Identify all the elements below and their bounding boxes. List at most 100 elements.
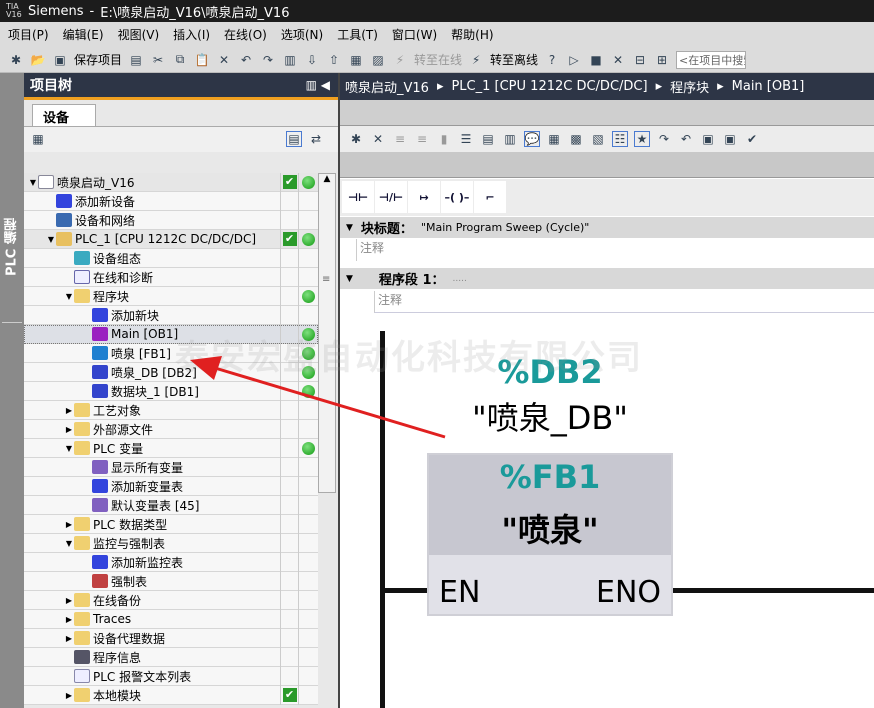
close-all-networks-icon[interactable]: ▤	[480, 131, 496, 147]
breadcrumb-item[interactable]: Main [OB1]	[732, 79, 805, 94]
network-overview-icon[interactable]: ▥	[502, 131, 518, 147]
insert-network-icon[interactable]: ✱	[348, 131, 364, 147]
tree-item[interactable]: ▶ PLC 数据类型	[24, 514, 318, 534]
collapse-arrow-icon[interactable]: ▼	[64, 444, 74, 453]
collapse-icon[interactable]: ▼	[346, 223, 353, 233]
comments-icon[interactable]: 💬	[524, 131, 540, 147]
go-offline-icon[interactable]: ⚡	[468, 52, 484, 68]
network-comment[interactable]: 注释	[374, 291, 874, 313]
instruction-button[interactable]: ⌐	[474, 181, 506, 213]
tree-item[interactable]: 添加新块	[24, 305, 318, 325]
next-error-icon[interactable]: ↷	[656, 131, 672, 147]
menu-item[interactable]: 工具(T)	[337, 26, 378, 43]
tree-item[interactable]: 在线和诊断	[24, 267, 318, 287]
network-title[interactable]: .....	[453, 274, 467, 284]
tree-item[interactable]: ▶ 外部源文件	[24, 419, 318, 439]
menu-item[interactable]: 选项(N)	[281, 26, 323, 43]
close-icon[interactable]: ✕	[610, 52, 626, 68]
block-title[interactable]: "Main Program Sweep (Cycle)"	[421, 221, 589, 234]
collapse-arrow-icon[interactable]: ▼	[28, 178, 38, 187]
tree-item[interactable]: ▼ PLC_1 [CPU 1212C DC/DC/DC] ✔	[24, 229, 318, 249]
delete-icon[interactable]: ✕	[216, 52, 232, 68]
consistency-icon[interactable]: ▣	[722, 131, 738, 147]
expand-arrow-icon[interactable]: ▶	[64, 520, 74, 529]
monitor-icon[interactable]: ✔	[744, 131, 760, 147]
collapse-panel-icon[interactable]: ▥ ◀	[306, 78, 330, 92]
compile-icon[interactable]: ▥	[282, 52, 298, 68]
tree-item[interactable]: 显示所有变量	[24, 457, 318, 477]
collapse-network-icon[interactable]: ▼	[346, 274, 353, 284]
collapse-arrow-icon[interactable]: ▼	[64, 539, 74, 548]
copy-icon[interactable]: ⧉	[172, 52, 188, 68]
tree-item[interactable]: ▼ 喷泉启动_V16 ✔	[24, 172, 318, 192]
instruction-button[interactable]: ⊣/⊢	[375, 181, 407, 213]
breadcrumb-item[interactable]: PLC_1 [CPU 1212C DC/DC/DC]	[451, 79, 647, 94]
menu-item[interactable]: 插入(I)	[173, 26, 210, 43]
save-icon[interactable]: ▣	[52, 52, 68, 68]
tree-item[interactable]: ▼ 程序块	[24, 286, 318, 306]
tree-item[interactable]: ▼ 监控与强制表	[24, 533, 318, 553]
start-cpu-icon[interactable]: ▷	[566, 52, 582, 68]
collapse-arrow-icon[interactable]: ▼	[46, 235, 56, 244]
tree-refresh-icon[interactable]: ⇄	[308, 131, 324, 147]
tree-item[interactable]: 强制表	[24, 571, 318, 591]
cut-icon[interactable]: ✂	[150, 52, 166, 68]
new-project-icon[interactable]: ✱	[8, 52, 24, 68]
go-offline-button[interactable]: 转至离线	[490, 51, 538, 68]
save-project-button[interactable]: 保存项目	[74, 51, 122, 68]
add-row-icon[interactable]: ≡	[414, 131, 430, 147]
tag-info-icon[interactable]: ▩	[568, 131, 584, 147]
accessible-devices-icon[interactable]: ?	[544, 52, 560, 68]
redo-icon[interactable]: ↷	[260, 52, 276, 68]
expand-arrow-icon[interactable]: ▶	[64, 406, 74, 415]
tree-item[interactable]: ▼ PLC 变量	[24, 438, 318, 458]
insert-row-icon[interactable]: ≡	[392, 131, 408, 147]
expand-arrow-icon[interactable]: ▶	[64, 634, 74, 643]
instance-db-name[interactable]: "喷泉_DB"	[450, 393, 650, 439]
tree-item[interactable]: ▶ 本地模块 ✔	[24, 685, 318, 705]
expand-arrow-icon[interactable]: ▶	[64, 615, 74, 624]
tab-devices[interactable]: 设备	[32, 104, 96, 126]
split-horizontal-icon[interactable]: ⊟	[632, 52, 648, 68]
open-project-icon[interactable]: 📂	[30, 52, 46, 68]
tree-item[interactable]: ▶ 工艺对象	[24, 400, 318, 420]
stop-cpu-icon[interactable]: ■	[588, 52, 604, 68]
go-online-button[interactable]: 转至在线	[414, 51, 462, 68]
absolute-operands-icon[interactable]: ▦	[546, 131, 562, 147]
expand-arrow-icon[interactable]: ▶	[64, 425, 74, 434]
delete-network-icon[interactable]: ✕	[370, 131, 386, 147]
tree-item[interactable]: 设备和网络	[24, 210, 318, 230]
breadcrumb-item[interactable]: 程序块	[670, 77, 709, 96]
tree-item[interactable]: 默认变量表 [45]	[24, 495, 318, 515]
project-search-input[interactable]: <在项目中搜索>	[676, 50, 747, 69]
upload-icon[interactable]: ⇧	[326, 52, 342, 68]
menu-item[interactable]: 窗口(W)	[392, 26, 437, 43]
menu-item[interactable]: 项目(P)	[8, 26, 49, 43]
tree-item[interactable]: ▶ 在线备份	[24, 590, 318, 610]
block-comment[interactable]: 注释	[356, 239, 384, 261]
tree-item[interactable]: PLC 报警文本列表	[24, 666, 318, 686]
undo-icon[interactable]: ↶	[238, 52, 254, 68]
tree-item[interactable]: 数据块_1 [DB1]	[24, 381, 318, 401]
tree-overview-icon[interactable]: ▦	[30, 131, 46, 147]
update-calls-icon[interactable]: ▣	[700, 131, 716, 147]
tree-view-icon[interactable]: ▤	[286, 131, 302, 147]
go-online-icon[interactable]: ⚡	[392, 52, 408, 68]
tree-item[interactable]: ▶ Traces	[24, 609, 318, 629]
split-vertical-icon[interactable]: ⊞	[654, 52, 670, 68]
tag-table-icon[interactable]: ▧	[590, 131, 606, 147]
fb-call-box[interactable]: %FB1 "喷泉" EN ENO	[427, 453, 673, 616]
print-icon[interactable]: ▤	[128, 52, 144, 68]
menu-item[interactable]: 视图(V)	[118, 26, 160, 43]
menu-item[interactable]: 帮助(H)	[451, 26, 493, 43]
tree-item[interactable]: 添加新变量表	[24, 476, 318, 496]
previous-error-icon[interactable]: ↶	[678, 131, 694, 147]
expand-arrow-icon[interactable]: ▶	[64, 691, 74, 700]
tree-item[interactable]: 添加新设备	[24, 191, 318, 211]
tree-item[interactable]: 设备组态	[24, 248, 318, 268]
instruction-button[interactable]: –( )–	[441, 181, 473, 213]
instruction-button[interactable]: ⊣⊢	[342, 181, 374, 213]
tree-item[interactable]: 程序信息	[24, 647, 318, 667]
collapse-arrow-icon[interactable]: ▼	[64, 292, 74, 301]
favorites-icon[interactable]: ★	[634, 131, 650, 147]
